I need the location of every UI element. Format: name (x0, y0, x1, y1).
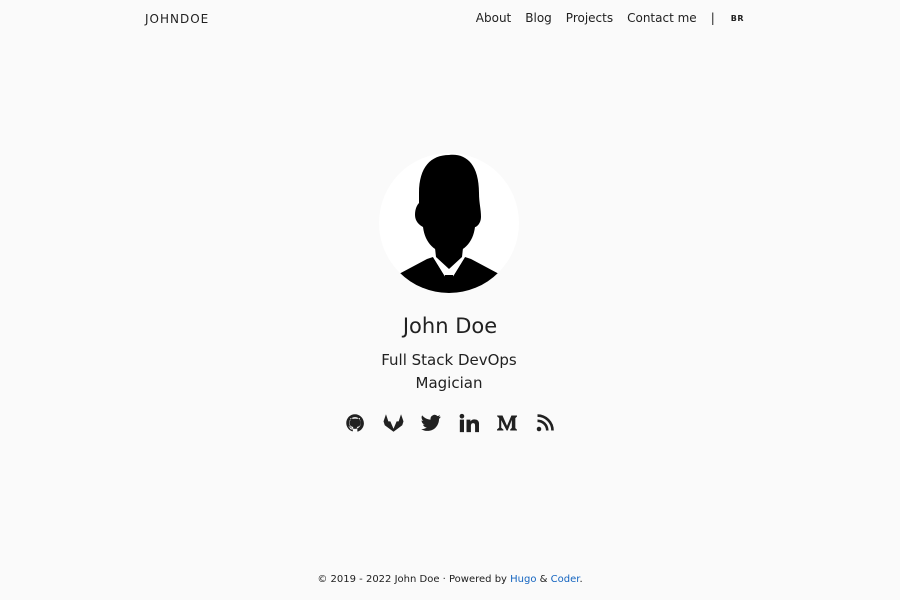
nav-separator: | (710, 11, 715, 25)
twitter-icon[interactable] (421, 412, 442, 433)
nav-link-about[interactable]: About (476, 11, 511, 25)
footer-hugo-link[interactable]: Hugo (510, 574, 536, 585)
footer-period: . (579, 574, 583, 585)
gitlab-icon[interactable] (383, 412, 404, 433)
profile-name: John Doe (402, 314, 498, 338)
nav-links: About Blog Projects Contact me | BR (476, 11, 744, 25)
rss-icon[interactable] (535, 412, 556, 433)
navbar: JOHNDOE About Blog Projects Contact me |… (0, 0, 900, 40)
nav-link-projects[interactable]: Projects (566, 11, 613, 25)
linkedin-icon[interactable] (459, 412, 480, 433)
footer-coder-link[interactable]: Coder (551, 574, 580, 585)
page: JOHNDOE About Blog Projects Contact me |… (0, 0, 900, 600)
social-links (0, 412, 900, 433)
nav-link-contact[interactable]: Contact me (627, 11, 697, 25)
footer-copyright: © 2019 - 2022 John Doe · Powered by (317, 574, 511, 585)
footer-ampersand: & (536, 574, 551, 585)
avatar (379, 153, 519, 293)
medium-icon[interactable] (497, 412, 518, 433)
brand-link[interactable]: JOHNDOE (145, 12, 209, 26)
avatar-silhouette-icon (397, 154, 501, 293)
profile-tagline: Full Stack DevOps Magician (381, 351, 517, 392)
footer: © 2019 - 2022 John Doe · Powered by Hugo… (0, 574, 900, 585)
nav-link-blog[interactable]: Blog (525, 11, 552, 25)
github-icon[interactable] (345, 412, 366, 433)
language-switch[interactable]: BR (731, 14, 744, 23)
